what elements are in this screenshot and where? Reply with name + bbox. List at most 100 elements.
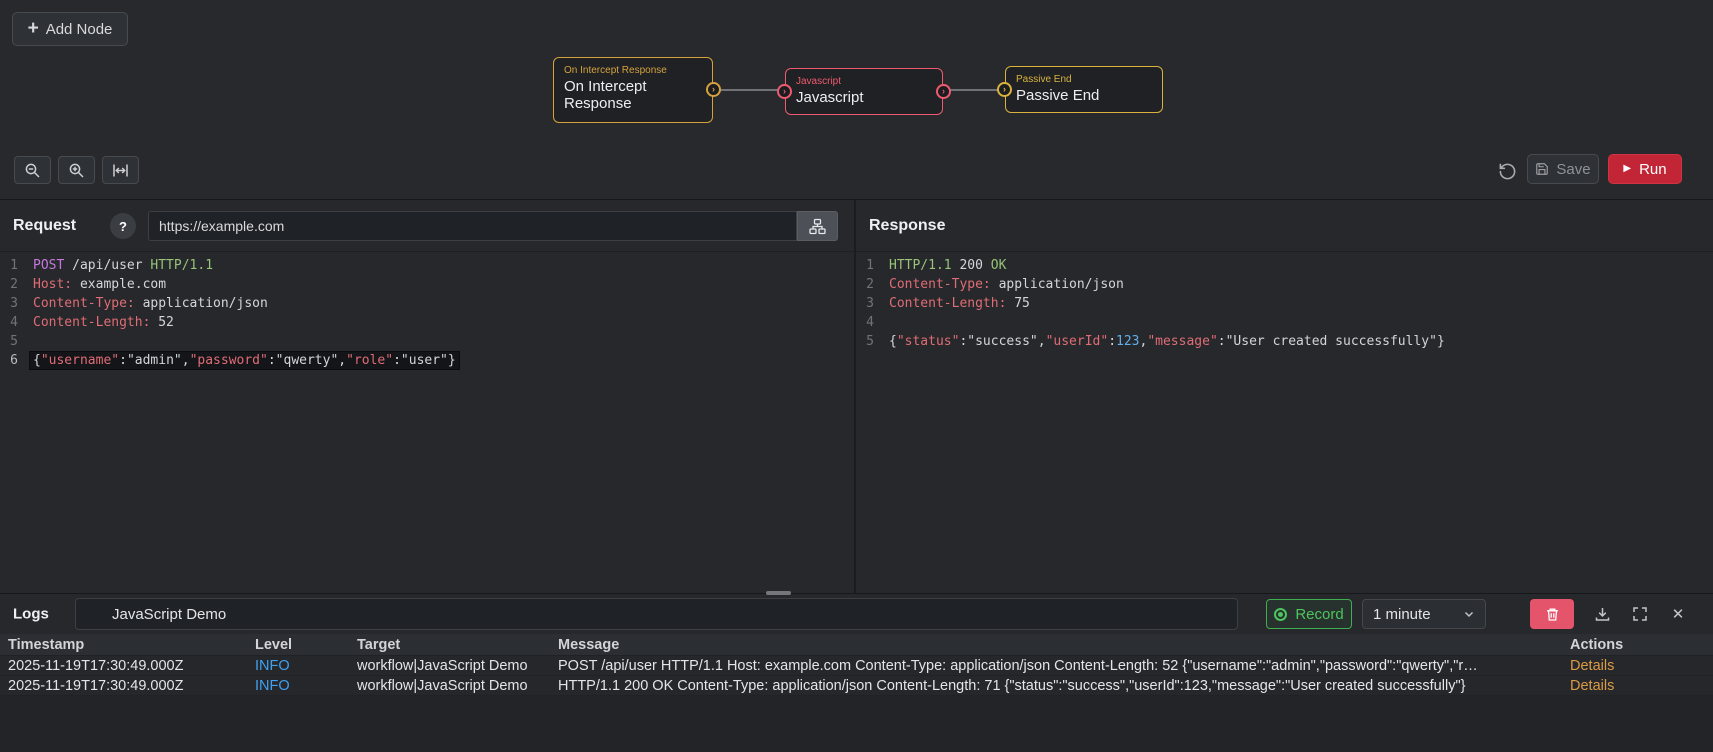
- workflow-canvas[interactable]: + Add Node On Intercept Response On Inte…: [0, 0, 1713, 200]
- http-panels: Request ? 1 2 3 4 5 6 POST /api/user HTTP/1.1…: [0, 200, 1713, 594]
- log-message: POST /api/user HTTP/1.1 Host: example.co…: [558, 657, 1478, 674]
- log-row: 2025-11-19T17:30:49.000Z INFO workflow|Jav…: [0, 676, 1713, 696]
- line-number: 1: [866, 258, 874, 273]
- node-type-label: On Intercept Response: [564, 65, 667, 76]
- request-panel: Request ? 1 2 3 4 5 6 POST /api/user HTTP/1.1…: [0, 200, 856, 593]
- sitemap-button[interactable]: [797, 211, 838, 241]
- trash-icon: [1545, 607, 1560, 622]
- node-on-intercept-response[interactable]: On Intercept Response On Intercept Respo…: [553, 57, 721, 123]
- sitemap-icon: [809, 218, 826, 235]
- node-type-label: Javascript: [796, 76, 842, 87]
- line-number: 2: [10, 277, 18, 292]
- code-line: POST /api/user HTTP/1.1: [33, 258, 214, 273]
- fullscreen-button[interactable]: [1624, 601, 1656, 627]
- connection-line: [711, 89, 787, 91]
- line-number: 3: [866, 296, 874, 311]
- node-title: On Intercept Response: [564, 78, 647, 113]
- logs-table-body: 2025-11-19T17:30:49.000Z INFO workflow|Jav…: [0, 656, 1713, 696]
- node-javascript[interactable]: Javascript Javascript › ›: [777, 68, 951, 115]
- app-root: + Add Node On Intercept Response On Inte…: [0, 0, 1713, 752]
- interval-dropdown[interactable]: 1 minute: [1362, 599, 1486, 629]
- undo-icon: [1498, 162, 1517, 181]
- node-passive-end[interactable]: Passive End Passive End ›: [997, 66, 1163, 113]
- undo-button[interactable]: [1494, 158, 1520, 184]
- add-node-button[interactable]: + Add Node: [12, 12, 128, 46]
- zoom-in-icon: [68, 162, 85, 179]
- interval-value: 1 minute: [1373, 605, 1431, 623]
- zoom-fit-button[interactable]: [102, 156, 139, 184]
- log-timestamp: 2025-11-19T17:30:49.000Z: [8, 677, 184, 694]
- line-number: 5: [10, 334, 18, 349]
- output-port[interactable]: ›: [706, 82, 721, 97]
- request-title: Request: [13, 216, 77, 234]
- col-target: Target: [357, 636, 401, 653]
- code-line: {"status":"success","userId":123,"messag…: [889, 334, 1445, 349]
- details-link[interactable]: Details: [1570, 658, 1713, 674]
- save-icon: [1535, 162, 1549, 176]
- zoom-in-button[interactable]: [58, 156, 95, 184]
- request-header: Request ?: [0, 200, 854, 252]
- output-port[interactable]: ›: [936, 83, 951, 99]
- zoom-out-icon: [24, 162, 41, 179]
- response-header: Response: [856, 200, 1713, 252]
- help-button[interactable]: ?: [110, 213, 136, 239]
- run-label: Run: [1639, 160, 1667, 178]
- request-code-area: POST /api/user HTTP/1.1 Host: example.com…: [27, 252, 854, 593]
- response-panel: Response 1 2 3 4 5 HTTP/1.1 200 OK Content-Ty…: [856, 200, 1713, 593]
- download-icon: [1594, 606, 1611, 623]
- play-icon: ▶: [1623, 163, 1632, 174]
- line-number: 4: [866, 315, 874, 330]
- code-line: Content-Length: 75: [889, 296, 1030, 311]
- close-icon: ✕: [1671, 606, 1685, 623]
- code-line: Content-Type: application/json: [889, 277, 1124, 292]
- line-number-gutter: 1 2 3 4 5: [856, 252, 883, 593]
- response-code-area: HTTP/1.1 200 OK Content-Type: application…: [883, 252, 1713, 593]
- response-title: Response: [869, 216, 946, 234]
- line-number: 3: [10, 296, 18, 311]
- col-actions: Actions: [1570, 636, 1624, 653]
- log-target: workflow|JavaScript Demo: [357, 657, 528, 674]
- record-button[interactable]: Record: [1266, 599, 1352, 629]
- logs-toolbar: Logs Record 1 minute: [0, 594, 1713, 634]
- logs-panel: Logs Record 1 minute: [0, 594, 1713, 752]
- line-number-gutter: 1 2 3 4 5 6: [0, 252, 27, 593]
- line-number: 4: [10, 315, 18, 330]
- log-target: workflow|JavaScript Demo: [357, 677, 528, 694]
- line-number: 5: [866, 334, 874, 349]
- log-level: INFO: [255, 657, 290, 674]
- zoom-out-button[interactable]: [14, 156, 51, 184]
- fullscreen-icon: [1632, 606, 1648, 622]
- download-logs-button[interactable]: [1586, 601, 1618, 627]
- log-timestamp: 2025-11-19T17:30:49.000Z: [8, 657, 184, 674]
- code-line: HTTP/1.1 200 OK: [889, 258, 1007, 273]
- node-title: Javascript: [796, 89, 864, 106]
- code-line: Content-Length: 52: [33, 315, 174, 330]
- col-timestamp: Timestamp: [8, 636, 85, 653]
- run-button[interactable]: ▶ Run: [1608, 154, 1682, 184]
- node-title: Passive End: [1016, 87, 1100, 104]
- fit-width-icon: [112, 162, 129, 179]
- url-input[interactable]: [148, 211, 797, 241]
- input-port[interactable]: ›: [997, 81, 1012, 97]
- details-link[interactable]: Details: [1570, 678, 1713, 694]
- code-line: Host: example.com: [33, 277, 167, 292]
- save-button[interactable]: Save: [1527, 154, 1599, 184]
- add-node-label: Add Node: [45, 20, 113, 38]
- line-number: 1: [10, 258, 18, 273]
- col-level: Level: [255, 636, 293, 653]
- logs-search-input[interactable]: [75, 598, 1238, 630]
- close-logs-button[interactable]: ✕: [1662, 601, 1694, 627]
- input-port[interactable]: ›: [777, 83, 792, 99]
- clear-logs-button[interactable]: [1530, 599, 1574, 629]
- line-number: 6: [10, 353, 18, 368]
- chevron-down-icon: [1463, 608, 1475, 620]
- logs-empty-area: [0, 696, 1713, 752]
- request-editor[interactable]: 1 2 3 4 5 6 POST /api/user HTTP/1.1 Host: exam…: [0, 252, 854, 593]
- node-type-label: Passive End: [1016, 74, 1072, 85]
- response-editor[interactable]: 1 2 3 4 5 HTTP/1.1 200 OK Content-Type: appli…: [856, 252, 1713, 593]
- split-drag-handle[interactable]: [766, 591, 791, 595]
- log-row: 2025-11-19T17:30:49.000Z INFO workflow|Jav…: [0, 656, 1713, 676]
- line-number: 2: [866, 277, 874, 292]
- log-level: INFO: [255, 677, 290, 694]
